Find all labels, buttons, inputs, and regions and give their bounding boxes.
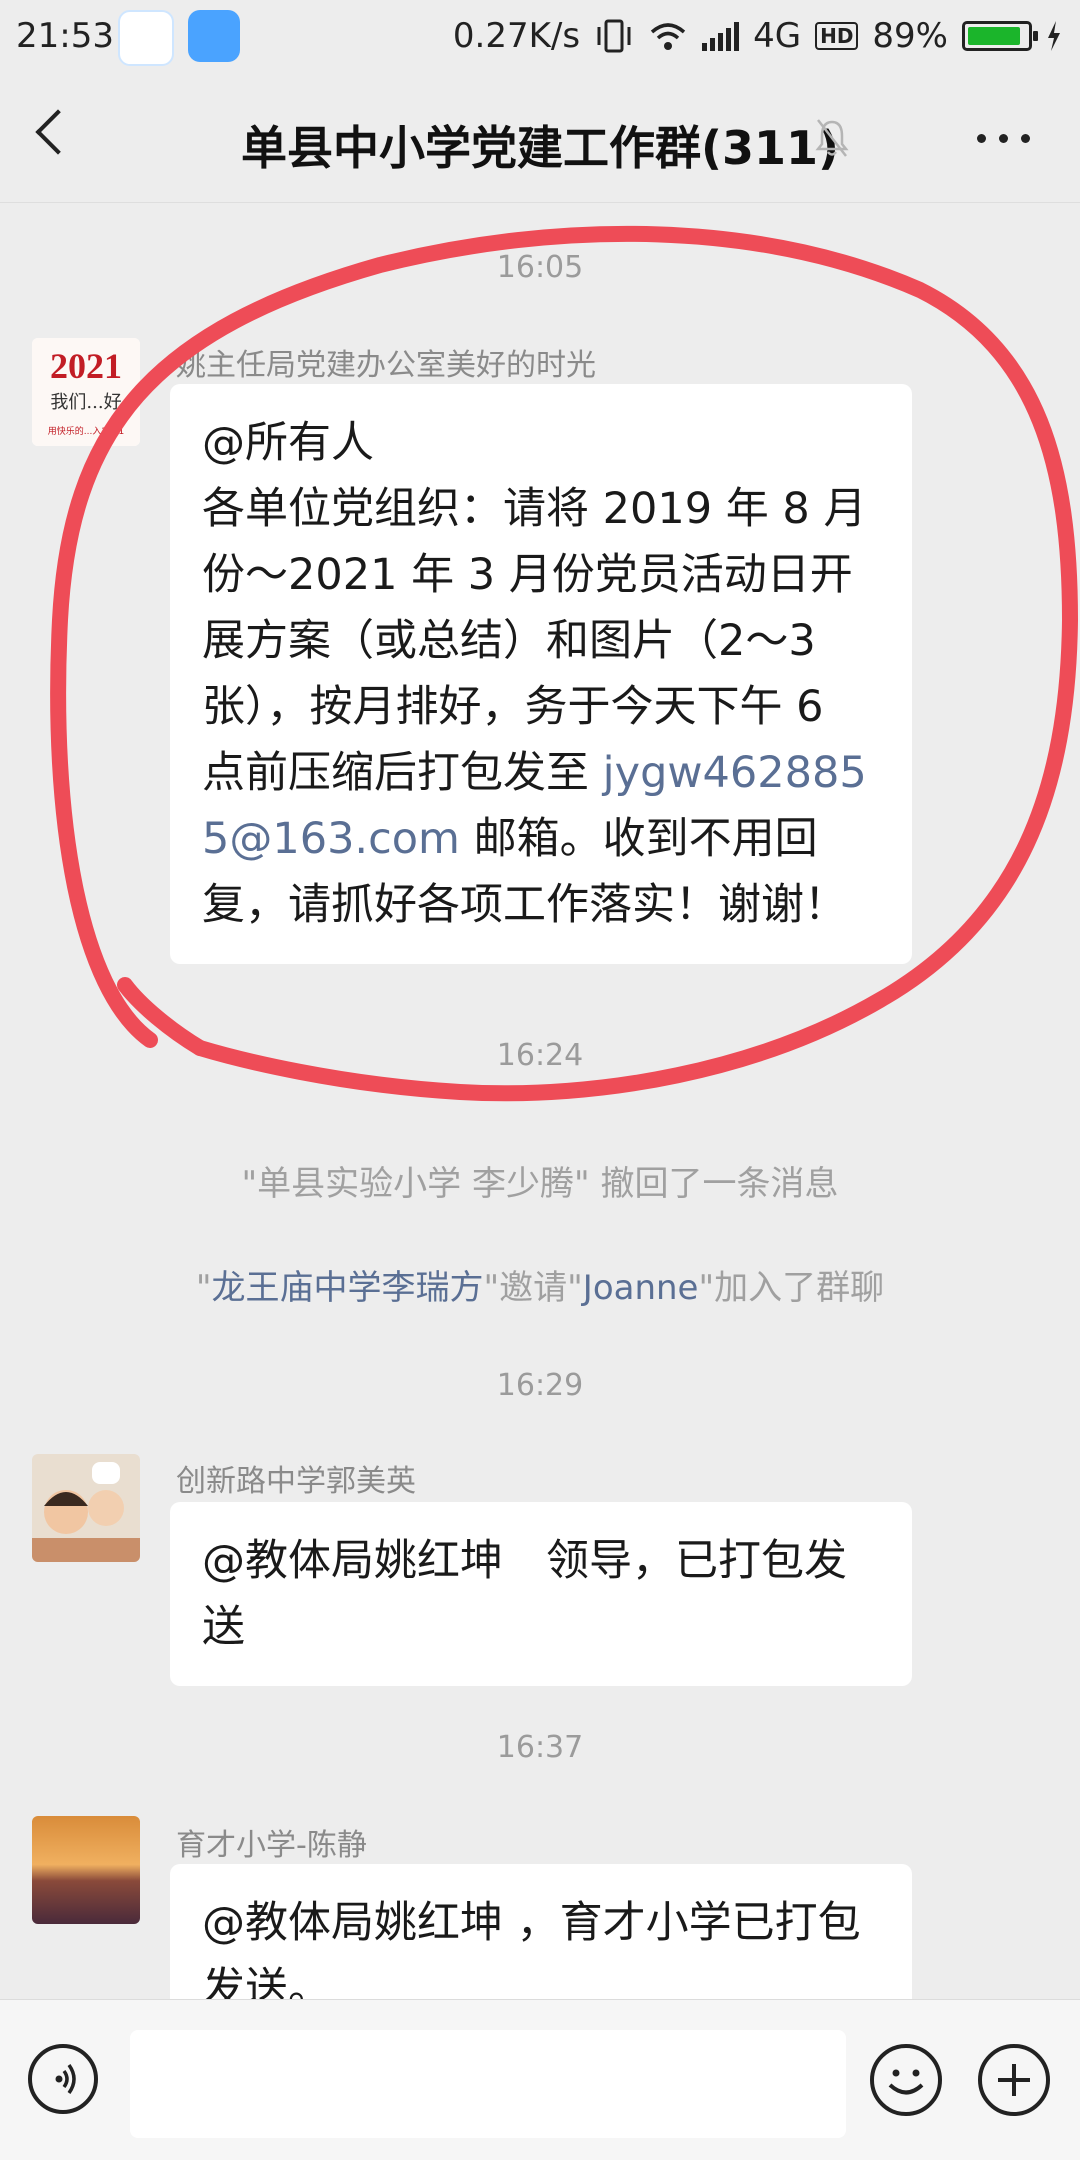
weather-notification-icon: [188, 10, 240, 62]
message-bubble[interactable]: @所有人 各单位党组织：请将 2019 年 8 月份～2021 年 3 月份党员…: [170, 384, 912, 964]
sender-name: 创新路中学郭美英: [176, 1464, 416, 1499]
chat-area[interactable]: 16:05 2021 我们...好 用快乐的...入2021 姚主任局党建办公室…: [0, 202, 1080, 2000]
timestamp: 16:05: [496, 250, 584, 285]
message-input[interactable]: [130, 2030, 846, 2138]
sender-name: 姚主任局党建办公室美好的时光: [176, 348, 596, 383]
timestamp: 16:37: [496, 1730, 584, 1765]
avatar[interactable]: 2021 我们...好 用快乐的...入2021: [32, 338, 140, 446]
inviter-link[interactable]: 龙王庙中学李瑞方: [212, 1268, 484, 1308]
charging-icon: [1048, 21, 1060, 51]
emoji-icon[interactable]: [870, 2044, 942, 2116]
avatar[interactable]: [32, 1816, 140, 1924]
input-bar: [0, 1999, 1080, 2160]
status-bar: 21:53 0.27K/s 4G HD 89%: [0, 0, 1080, 74]
vibrate-icon: [597, 19, 631, 53]
network-speed: 0.27K/s: [452, 16, 581, 56]
timestamp: 16:29: [496, 1368, 584, 1403]
timestamp: 16:24: [496, 1038, 584, 1073]
avatar-sunset-image: [32, 1816, 140, 1924]
svg-text:用快乐的...入2021: 用快乐的...入2021: [48, 425, 125, 437]
sender-name: 育才小学-陈静: [176, 1828, 367, 1863]
message-bubble[interactable]: @教体局姚红坤 ，育才小学已打包发送。: [170, 1864, 912, 2000]
wifi-icon: [650, 23, 686, 50]
message-text: @教体局姚红坤 ，育才小学已打包发送。: [202, 1898, 861, 2000]
battery-icon: [962, 21, 1038, 51]
message-bubble[interactable]: @教体局姚红坤 领导，已打包发送: [170, 1502, 912, 1686]
message-text: @教体局姚红坤 领导，已打包发送: [202, 1536, 847, 1652]
app-notification-icon: [118, 10, 174, 66]
hd-badge: HD: [815, 22, 859, 50]
invite-notice: "龙王庙中学李瑞方"邀请"Joanne"加入了群聊: [195, 1268, 885, 1308]
signal-icon: [702, 21, 740, 51]
status-right: 0.27K/s 4G HD 89%: [453, 16, 1062, 56]
mute-bell-icon: [815, 119, 849, 157]
avatar[interactable]: [32, 1454, 140, 1562]
recall-notice: "单县实验小学 李少腾" 撤回了一条消息: [241, 1164, 839, 1204]
mention-all: @所有人: [202, 418, 374, 468]
network-type: 4G: [753, 16, 802, 56]
battery-percent: 89%: [872, 16, 948, 56]
svg-text:我们...好: 我们...好: [50, 392, 121, 413]
chat-title: 单县中小学党建工作群(311): [240, 121, 840, 175]
invitee-link[interactable]: Joanne: [583, 1268, 699, 1308]
avatar-2021-image: 2021 我们...好 用快乐的...入2021: [32, 338, 140, 446]
more-icon[interactable]: [977, 134, 1030, 143]
plus-icon[interactable]: [978, 2044, 1050, 2116]
voice-icon[interactable]: [28, 2044, 98, 2114]
avatar-photo-image: [32, 1454, 140, 1562]
svg-text:2021: 2021: [50, 346, 122, 386]
chat-header: 单县中小学党建工作群(311): [0, 74, 1080, 203]
status-time: 21:53: [16, 16, 114, 56]
